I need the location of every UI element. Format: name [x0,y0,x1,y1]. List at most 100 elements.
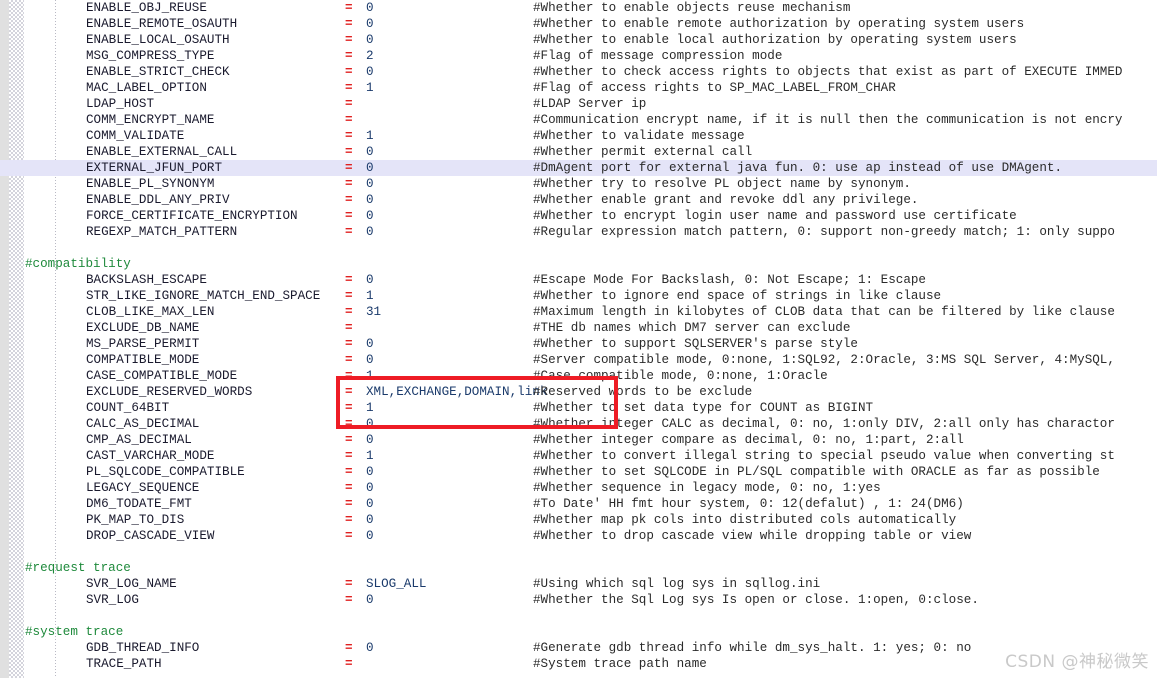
parameter-value[interactable]: 31 [366,304,381,320]
parameter-name: CALC_AS_DECIMAL [86,417,200,431]
section-header-line[interactable]: #system trace [0,624,1157,640]
config-parameter-row[interactable]: EXTERNAL_JFUN_PORT = 0 #DmAgent port for ex… [0,160,1157,176]
parameter-value[interactable]: 1 [366,368,374,384]
parameter-comment: #Whether to set data type for COUNT as B… [533,401,874,415]
config-parameter-row[interactable]: LDAP_HOST = #LDAP Server ip [0,96,1157,112]
config-parameter-row[interactable]: COMM_ENCRYPT_NAME = #Communication encrypt… [0,112,1157,128]
equals-sign: = [345,161,353,175]
config-parameter-row[interactable]: ENABLE_STRICT_CHECK = 0 #Whether to check a… [0,64,1157,80]
config-parameter-row[interactable]: MS_PARSE_PERMIT = 0 #Whether to support SQL… [0,336,1157,352]
config-parameter-row[interactable]: CALC_AS_DECIMAL = 0 #Whether integer CALC a… [0,416,1157,432]
parameter-value[interactable]: 0 [366,64,374,80]
equals-sign: = [345,593,353,607]
parameter-value[interactable]: 0 [366,496,374,512]
config-parameter-row[interactable]: ENABLE_DDL_ANY_PRIV = 0 #Whether enable gra… [0,192,1157,208]
config-parameter-row[interactable]: COUNT_64BIT = 1 #Whether to set data type f… [0,400,1157,416]
parameter-comment: #Whether integer CALC as decimal, 0: no,… [533,417,1115,431]
config-file-editor[interactable]: ENABLE_OBJ_REUSE = 0 #Whether to enable obj… [0,0,1157,678]
parameter-name: CAST_VARCHAR_MODE [86,449,215,463]
config-parameter-row[interactable]: PL_SQLCODE_COMPATIBLE = 0 #Whether to set S… [0,464,1157,480]
parameter-name: ENABLE_DDL_ANY_PRIV [86,193,230,207]
parameter-value[interactable]: 0 [366,208,374,224]
equals-sign: = [345,289,353,303]
parameter-value[interactable]: 0 [366,192,374,208]
config-parameter-row[interactable]: SVR_LOG = 0 #Whether the Sql Log sys Is ope… [0,592,1157,608]
parameter-value[interactable]: 0 [366,592,374,608]
parameter-comment: #Whether to encrypt login user name and … [533,209,1017,223]
parameter-name: SVR_LOG [86,593,139,607]
parameter-name: COUNT_64BIT [86,401,170,415]
equals-sign: = [345,465,353,479]
parameter-value[interactable]: 0 [366,224,374,240]
config-parameter-row[interactable]: CMP_AS_DECIMAL = 0 #Whether integer compare… [0,432,1157,448]
equals-sign: = [345,337,353,351]
config-parameter-row[interactable]: COMPATIBLE_MODE = 0 #Server compatible mode… [0,352,1157,368]
config-parameter-row[interactable]: REGEXP_MATCH_PATTERN = 0 #Regular expressio… [0,224,1157,240]
config-parameter-row[interactable]: FORCE_CERTIFICATE_ENCRYPTION = 0 #Whether t… [0,208,1157,224]
config-parameter-row[interactable]: CASE_COMPATIBLE_MODE = 1 #Case compatible m… [0,368,1157,384]
config-parameter-row[interactable]: MSG_COMPRESS_TYPE = 2 #Flag of message comp… [0,48,1157,64]
parameter-value[interactable]: 0 [366,464,374,480]
parameter-value[interactable]: 1 [366,400,374,416]
parameter-comment: #THE db names which DM7 server can exclu… [533,321,851,335]
parameter-value[interactable]: 1 [366,128,374,144]
parameter-value[interactable]: 0 [366,416,374,432]
parameter-name: EXCLUDE_RESERVED_WORDS [86,385,253,399]
parameter-value[interactable]: 0 [366,480,374,496]
parameter-name: FORCE_CERTIFICATE_ENCRYPTION [86,209,298,223]
parameter-value[interactable]: 0 [366,144,374,160]
parameter-value[interactable]: 0 [366,16,374,32]
section-header-line[interactable]: #request trace [0,560,1157,576]
config-parameter-row[interactable]: ENABLE_OBJ_REUSE = 0 #Whether to enable obj… [0,0,1157,16]
config-parameter-row[interactable]: EXCLUDE_DB_NAME = #THE db names which DM7 … [0,320,1157,336]
parameter-comment: #Whether to enable local authorization b… [533,33,1017,47]
config-parameter-row[interactable]: GDB_THREAD_INFO = 0 #Generate gdb thread in… [0,640,1157,656]
parameter-comment: #Maximum length in kilobytes of CLOB dat… [533,305,1115,319]
parameter-comment: #LDAP Server ip [533,97,647,111]
config-parameter-row[interactable]: LEGACY_SEQUENCE = 0 #Whether sequence in le… [0,480,1157,496]
parameter-value[interactable]: 0 [366,352,374,368]
parameter-value[interactable]: XML,EXCHANGE,DOMAIN,link [366,384,547,400]
parameter-comment: #Whether integer compare as decimal, 0: … [533,433,964,447]
parameter-value[interactable]: 0 [366,176,374,192]
parameter-comment: #Whether to validate message [533,129,745,143]
parameter-name: MSG_COMPRESS_TYPE [86,49,215,63]
parameter-value[interactable]: 0 [366,32,374,48]
parameter-value[interactable]: 2 [366,48,374,64]
parameter-value[interactable]: 1 [366,448,374,464]
config-parameter-row[interactable]: CAST_VARCHAR_MODE = 1 #Whether to convert i… [0,448,1157,464]
config-parameter-row[interactable]: ENABLE_PL_SYNONYM = 0 #Whether try to resol… [0,176,1157,192]
config-parameter-row[interactable]: PK_MAP_TO_DIS = 0 #Whether map pk cols into… [0,512,1157,528]
parameter-value[interactable]: 0 [366,0,374,16]
config-parameter-row[interactable]: MAC_LABEL_OPTION = 1 #Flag of access rights… [0,80,1157,96]
config-parameter-row[interactable]: BACKSLASH_ESCAPE = 0 #Escape Mode For Backs… [0,272,1157,288]
code-content[interactable]: ENABLE_OBJ_REUSE = 0 #Whether to enable obj… [0,0,1157,678]
parameter-value[interactable]: 0 [366,512,374,528]
equals-sign: = [345,529,353,543]
parameter-value[interactable]: 0 [366,160,374,176]
config-parameter-row[interactable]: TRACE_PATH = #System trace path name [0,656,1157,672]
config-parameter-row[interactable]: DROP_CASCADE_VIEW = 0 #Whether to drop casc… [0,528,1157,544]
parameter-value[interactable]: 1 [366,288,374,304]
parameter-value[interactable]: 0 [366,336,374,352]
config-parameter-row[interactable]: STR_LIKE_IGNORE_MATCH_END_SPACE = 1 #Whethe… [0,288,1157,304]
config-parameter-row[interactable]: ENABLE_LOCAL_OSAUTH = 0 #Whether to enable … [0,32,1157,48]
config-parameter-row[interactable]: ENABLE_EXTERNAL_CALL = 0 #Whether permit ex… [0,144,1157,160]
parameter-value[interactable]: SLOG_ALL [366,576,426,592]
parameter-value[interactable]: 0 [366,432,374,448]
parameter-value[interactable]: 0 [366,272,374,288]
config-parameter-row[interactable]: COMM_VALIDATE = 1 #Whether to validate mess… [0,128,1157,144]
parameter-name: STR_LIKE_IGNORE_MATCH_END_SPACE [86,289,321,303]
parameter-name: COMM_ENCRYPT_NAME [86,113,215,127]
config-parameter-row[interactable]: EXCLUDE_RESERVED_WORDS = XML,EXCHANGE,DOMA… [0,384,1157,400]
parameter-value[interactable]: 1 [366,80,374,96]
config-parameter-row[interactable]: ENABLE_REMOTE_OSAUTH = 0 #Whether to enable… [0,16,1157,32]
parameter-value[interactable]: 0 [366,640,374,656]
section-header-line[interactable]: #compatibility [0,256,1157,272]
parameter-comment: #Whether to enable objects reuse mechani… [533,1,851,15]
config-parameter-row[interactable]: CLOB_LIKE_MAX_LEN = 31 #Maximum length in k… [0,304,1157,320]
config-parameter-row[interactable]: DM6_TODATE_FMT = 0 #To Date' HH fmt hour sy… [0,496,1157,512]
parameter-value[interactable]: 0 [366,528,374,544]
config-parameter-row[interactable]: SVR_LOG_NAME = SLOG_ALL #Using which sql lo… [0,576,1157,592]
parameter-name: PL_SQLCODE_COMPATIBLE [86,465,245,479]
